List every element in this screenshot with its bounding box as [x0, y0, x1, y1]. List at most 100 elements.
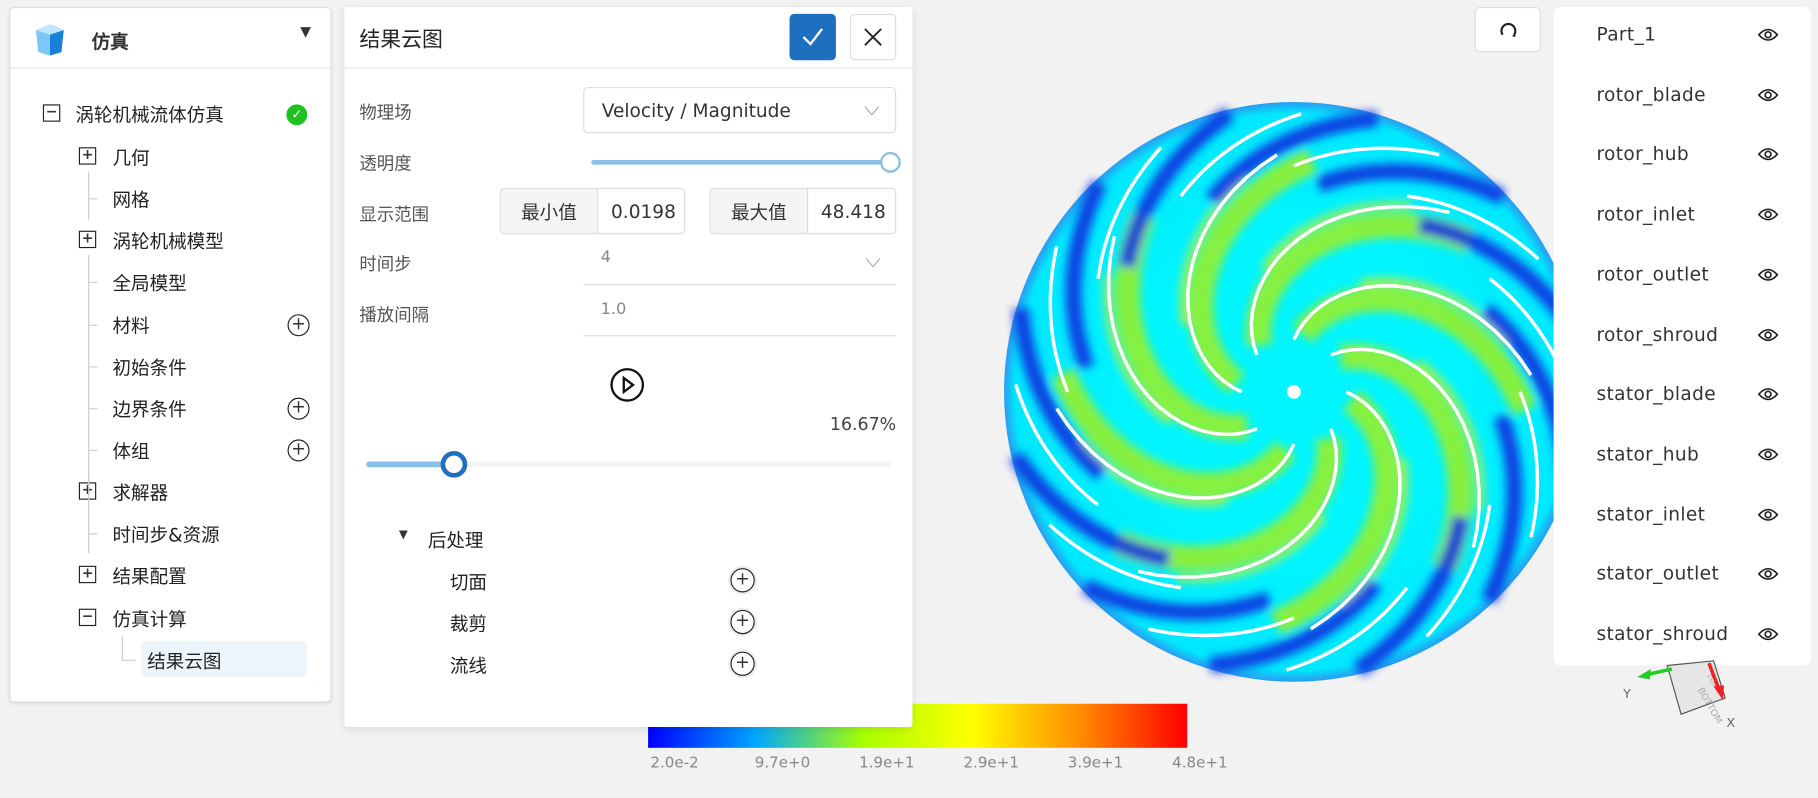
tree-connector: [88, 324, 98, 326]
tree-item[interactable]: 涡轮机械模型: [112, 223, 223, 258]
eye-icon[interactable]: [1757, 88, 1779, 102]
eye-icon[interactable]: [1757, 567, 1779, 581]
collapse-icon[interactable]: −: [42, 104, 61, 122]
eye-icon[interactable]: [1757, 387, 1779, 401]
add-icon[interactable]: +: [287, 397, 310, 420]
part-row[interactable]: stator_blade: [1554, 374, 1811, 416]
part-row[interactable]: rotor_outlet: [1554, 254, 1811, 296]
add-icon[interactable]: +: [287, 314, 310, 337]
tree-item[interactable]: 材料: [112, 307, 149, 342]
eye-icon[interactable]: [1757, 328, 1779, 342]
collapse-icon[interactable]: −: [78, 609, 97, 627]
tree-item[interactable]: 体组: [112, 432, 149, 467]
tree-connector: [88, 366, 98, 368]
timestep-value: 4: [600, 248, 611, 267]
chevron-down-icon: [866, 257, 880, 267]
eye-icon[interactable]: [1757, 28, 1779, 42]
eye-icon[interactable]: [1757, 627, 1779, 641]
axis-y-label: Y: [1622, 687, 1631, 702]
tree-item[interactable]: 边界条件: [112, 391, 186, 426]
tree-item-label: 几何: [112, 147, 150, 170]
check-icon: [802, 28, 823, 46]
part-row[interactable]: stator_inlet: [1554, 493, 1811, 535]
tree-item[interactable]: 求解器: [112, 474, 168, 509]
part-row[interactable]: stator_outlet: [1554, 553, 1811, 595]
tree-connector: [88, 449, 98, 452]
field-select[interactable]: Velocity / Magnitude: [583, 86, 897, 134]
part-row[interactable]: rotor_hub: [1554, 134, 1811, 176]
post-item-label: 流线: [449, 655, 487, 678]
tree-item[interactable]: 初始条件: [112, 349, 186, 384]
module-title: 仿真: [91, 31, 129, 54]
tree-item[interactable]: 仿真计算: [112, 601, 186, 636]
interval-input[interactable]: 1.0: [583, 300, 897, 337]
expand-icon[interactable]: +: [78, 565, 97, 584]
opacity-slider[interactable]: [591, 151, 901, 173]
timestep-select[interactable]: 4: [583, 248, 897, 286]
collapse-caret-icon[interactable]: ▼: [399, 529, 408, 542]
add-streamline-button[interactable]: +: [730, 651, 755, 676]
tree-item-label: 仿真计算: [112, 608, 187, 631]
post-item-label: 切面: [449, 571, 487, 594]
expand-icon[interactable]: +: [78, 230, 97, 249]
dropdown-caret-icon[interactable]: ▼: [300, 23, 311, 39]
play-button[interactable]: [610, 368, 645, 403]
part-name: rotor_inlet: [1596, 203, 1696, 226]
tree-connector: [88, 281, 98, 283]
divider: [344, 67, 913, 69]
field-select-value: Velocity / Magnitude: [601, 99, 791, 122]
tree-item[interactable]: 结果云图: [147, 642, 221, 677]
expand-icon[interactable]: +: [78, 147, 97, 165]
max-value-input[interactable]: 48.418: [808, 189, 895, 233]
tree-connector: [88, 198, 98, 200]
tree-item[interactable]: 网格: [112, 181, 149, 216]
close-button[interactable]: [849, 13, 897, 61]
min-value-group: 最小值 0.0198: [499, 187, 686, 235]
tree-connector: [88, 255, 90, 487]
eye-icon[interactable]: [1757, 208, 1779, 222]
tree-item[interactable]: 时间步&资源: [112, 516, 219, 551]
add-slice-button[interactable]: +: [730, 568, 755, 593]
min-value-input[interactable]: 0.0198: [598, 189, 684, 233]
part-name: stator_shroud: [1596, 622, 1729, 645]
eye-icon[interactable]: [1757, 268, 1779, 282]
tree-item[interactable]: 全局模型: [112, 264, 186, 299]
add-clip-button[interactable]: +: [730, 609, 755, 635]
timeline-slider[interactable]: [366, 451, 891, 478]
tree-item-label: 边界条件: [112, 398, 187, 421]
part-row[interactable]: rotor_shroud: [1554, 314, 1811, 356]
eye-icon[interactable]: [1757, 148, 1779, 162]
colorbar-tick-label: 9.7e+0: [754, 754, 811, 773]
colorbar-tick-label: 1.9e+1: [859, 754, 915, 773]
min-label: 最小值: [500, 188, 599, 234]
tree-connector: [88, 533, 98, 535]
eye-icon[interactable]: [1757, 447, 1779, 461]
tree-item-label: 体组: [112, 440, 150, 463]
part-name: rotor_shroud: [1596, 322, 1719, 345]
confirm-button[interactable]: [789, 13, 836, 61]
velocity-contour-viewport[interactable]: [998, 96, 1589, 687]
part-row[interactable]: rotor_blade: [1554, 74, 1811, 116]
eye-icon[interactable]: [1757, 507, 1779, 521]
interval-label: 播放间隔: [359, 304, 429, 326]
tree-item-label: 材料: [112, 315, 150, 338]
part-row[interactable]: rotor_inlet: [1554, 194, 1811, 236]
max-label: 最大值: [710, 188, 809, 234]
refresh-icon: [1499, 22, 1516, 37]
chevron-down-icon: [864, 106, 879, 116]
opacity-slider-handle[interactable]: [879, 151, 901, 173]
tree-item[interactable]: 结果配置: [112, 558, 186, 593]
panel-header: 仿真 ▼: [10, 8, 331, 69]
timeline-slider-handle[interactable]: [440, 451, 468, 478]
add-icon[interactable]: +: [287, 439, 310, 462]
part-name: Part_1: [1596, 23, 1657, 46]
part-row[interactable]: Part_1: [1554, 14, 1811, 56]
status-complete-icon: ✓: [286, 104, 308, 126]
part-name: rotor_hub: [1596, 143, 1690, 166]
part-row[interactable]: stator_hub: [1554, 433, 1811, 475]
reset-view-button[interactable]: [1474, 6, 1541, 53]
parts-visibility-list: Part_1 rotor_blade rotor_hub rotor_inletrot…: [1553, 6, 1811, 666]
tree-item[interactable]: 涡轮机械流体仿真: [75, 96, 223, 131]
tree-item[interactable]: 几何: [112, 139, 149, 174]
close-icon: [864, 28, 882, 46]
